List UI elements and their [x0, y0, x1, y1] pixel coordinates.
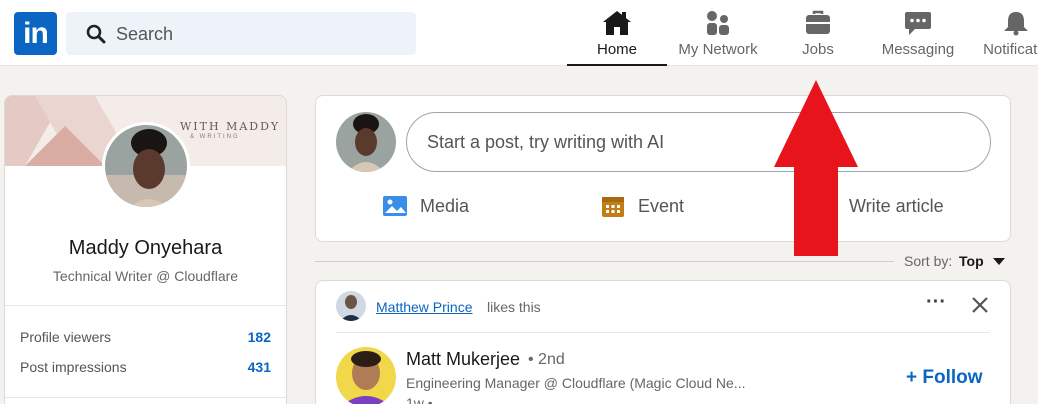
nav-jobs-label: Jobs — [802, 41, 834, 58]
linkedin-logo[interactable]: in — [14, 12, 57, 55]
start-post-input[interactable]: Start a post, try writing with AI — [406, 112, 991, 172]
divider — [336, 332, 990, 333]
follow-button[interactable]: + Follow — [906, 367, 983, 389]
profile-headline: Technical Writer @ Cloudflare — [52, 268, 239, 284]
stat-value: 182 — [247, 329, 271, 345]
search-input[interactable]: Search — [66, 12, 416, 55]
likes-text: likes this — [487, 299, 541, 315]
author-headline: Engineering Manager @ Cloudflare (Magic … — [406, 375, 746, 391]
profile-card: WITH MADDY & WRITING Maddy Onyehara Tech… — [4, 95, 287, 404]
profile-avatar[interactable] — [102, 122, 190, 210]
caret-down-icon[interactable] — [993, 258, 1005, 265]
nav-messaging-label: Messaging — [881, 41, 955, 58]
stat-profile-viewers[interactable]: Profile viewers 182 — [20, 329, 271, 349]
stat-value: 431 — [247, 359, 271, 375]
red-arrow-annotation — [774, 80, 858, 256]
composer-avatar[interactable] — [336, 112, 396, 172]
close-icon[interactable] — [968, 293, 992, 317]
home-icon — [603, 11, 631, 35]
cover-subtitle: & WRITING — [190, 134, 240, 140]
search-icon — [86, 24, 106, 44]
active-tab-indicator — [567, 64, 667, 66]
nav-my-network[interactable]: My Network — [668, 0, 768, 66]
sort-divider — [315, 261, 894, 262]
messaging-icon — [905, 12, 931, 35]
stat-label: Post impressions — [20, 359, 127, 375]
nav-my-network-label: My Network — [678, 41, 758, 58]
profile-name[interactable]: Maddy Onyehara — [5, 237, 286, 260]
post-time: 1w • — [406, 395, 433, 404]
event-label: Event — [638, 196, 685, 216]
stat-post-impressions[interactable]: Post impressions 431 — [20, 359, 271, 379]
nav-notifications[interactable]: Notificatio — [968, 0, 1038, 66]
briefcase-icon — [806, 10, 830, 34]
nav-messaging[interactable]: Messaging — [868, 0, 968, 66]
network-icon — [707, 11, 729, 35]
nav-jobs[interactable]: Jobs — [768, 0, 868, 66]
nav-home[interactable]: Home — [567, 0, 667, 66]
liker-name-link[interactable]: Matthew Prince — [376, 299, 472, 315]
feed-post-card: Matthew Prince likes this ··· Matt Muker… — [315, 280, 1011, 404]
search-placeholder: Search — [116, 24, 174, 44]
bell-icon — [1004, 12, 1028, 36]
media-button[interactable]: Media — [382, 192, 502, 222]
stat-label: Profile viewers — [20, 329, 112, 345]
divider — [5, 397, 286, 398]
author-name[interactable]: Matt Mukerjee — [406, 349, 520, 370]
top-navigation-bar: in Search Home My Network Jobs Messaging… — [0, 0, 1038, 66]
nav-notifications-label: Notificatio — [983, 41, 1038, 58]
liker-avatar[interactable] — [336, 291, 366, 321]
author-avatar[interactable] — [336, 347, 396, 404]
sort-dropdown[interactable]: Top — [959, 253, 984, 269]
cover-title: WITH MADDY — [180, 120, 281, 133]
media-icon — [383, 196, 407, 216]
post-composer-card: Start a post, try writing with AI Media … — [315, 95, 1011, 242]
media-label: Media — [420, 196, 470, 216]
write-article-label: Write article — [849, 196, 944, 216]
calendar-icon — [602, 197, 624, 217]
sort-label: Sort by: — [904, 253, 953, 269]
nav-home-label: Home — [596, 41, 637, 58]
divider — [5, 305, 286, 306]
event-button[interactable]: Event — [600, 192, 720, 222]
more-options-icon[interactable]: ··· — [924, 292, 948, 317]
connection-degree: • 2nd — [528, 351, 565, 368]
